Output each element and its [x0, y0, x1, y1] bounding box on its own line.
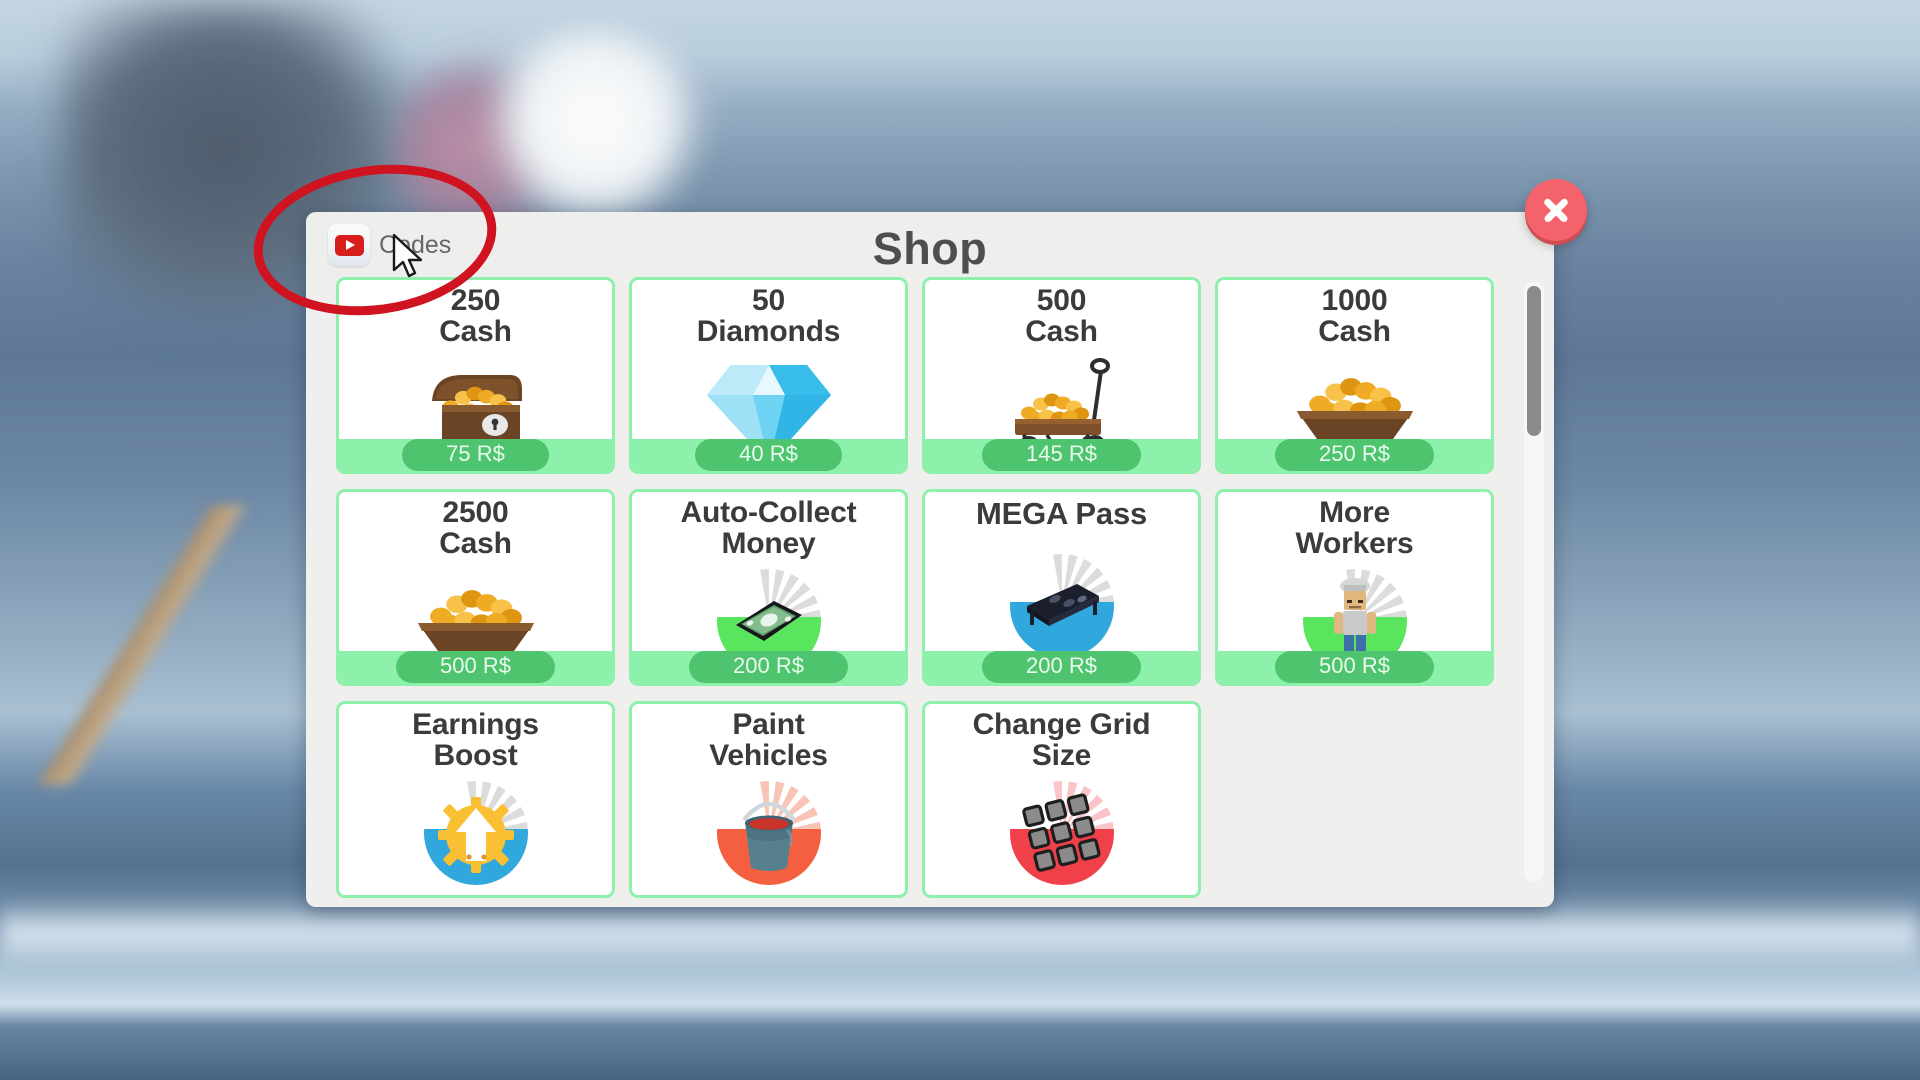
buy-button[interactable]: 500 R$ [1275, 651, 1434, 683]
grid-size-badge [925, 772, 1198, 895]
conveyor-table-icon [1026, 584, 1099, 627]
shop-item-grid: 250 Cash 75 R$ 50 Diamonds 40 R$ 500 Cash [336, 276, 1542, 898]
shop-item-card[interactable]: More Workers 500 R$ [1215, 489, 1494, 686]
shop-item-price-bar[interactable]: 200 R$ [925, 651, 1198, 683]
buy-button[interactable]: 145 R$ [982, 439, 1141, 471]
gamepass-badge [423, 781, 528, 886]
buy-button[interactable]: 200 R$ [689, 651, 848, 683]
money-bill-icon [735, 601, 802, 642]
shop-item-title: 250 Cash [439, 284, 512, 348]
shop-item-card[interactable]: Earnings Boost [336, 701, 615, 898]
page-title: Shop [872, 223, 988, 274]
shop-item-title: 1000 Cash [1318, 284, 1391, 348]
shop-item-price-bar[interactable]: 250 R$ [1218, 439, 1491, 471]
shop-item-title: Auto-Collect Money [680, 496, 857, 560]
shop-item-card[interactable]: 1000 Cash 250 R$ [1215, 277, 1494, 474]
shop-item-card[interactable]: MEGA Pass 200 R$ [922, 489, 1201, 686]
scrollbar-thumb[interactable] [1527, 286, 1541, 436]
gamepass-badge [1009, 554, 1114, 659]
background-ramp-shape [0, 505, 300, 785]
shop-item-price-bar[interactable]: 200 R$ [632, 651, 905, 683]
shop-item-card[interactable]: Paint Vehicles [629, 701, 908, 898]
shop-item-card[interactable]: 500 Cash 145 R$ [922, 277, 1201, 474]
shop-item-card[interactable]: Change Grid Size [922, 701, 1201, 898]
shop-item-price-bar[interactable]: 75 R$ [339, 439, 612, 471]
shop-item-title: MEGA Pass [975, 496, 1148, 531]
shop-item-price-bar[interactable]: 40 R$ [632, 439, 905, 471]
shop-item-card[interactable]: 250 Cash 75 R$ [336, 277, 615, 474]
shop-header: Codes Shop [306, 179, 1587, 276]
buy-button[interactable]: 75 R$ [402, 439, 549, 471]
shop-item-title: Paint Vehicles [709, 708, 828, 772]
shop-item-title: 2500 Cash [439, 496, 512, 560]
buy-button[interactable]: 500 R$ [396, 651, 555, 683]
background-blur-shape [480, 30, 710, 230]
background-floor-band [0, 900, 1920, 975]
gear-up-arrow-icon [437, 797, 514, 874]
shop-item-price-bar[interactable]: 145 R$ [925, 439, 1198, 471]
shop-item-card[interactable]: 50 Diamonds 40 R$ [629, 277, 908, 474]
gamepass-badge [1009, 781, 1114, 886]
shop-window: Codes Shop 250 Cash 75 R$ 50 Diamonds 40… [306, 179, 1587, 907]
buy-button[interactable]: 40 R$ [695, 439, 842, 471]
paint-bucket-badge [632, 772, 905, 895]
shop-item-title: 500 Cash [1025, 284, 1098, 348]
gamepass-badge [716, 781, 821, 886]
earnings-boost-badge [339, 772, 612, 895]
shop-item-title: 50 Diamonds [696, 284, 841, 348]
shop-item-card[interactable]: 2500 Cash 500 R$ [336, 489, 615, 686]
buy-button[interactable]: 250 R$ [1275, 439, 1434, 471]
shop-item-card[interactable]: Auto-Collect Money 200 R$ [629, 489, 908, 686]
grid-squares-icon [1021, 793, 1101, 873]
shop-item-price-bar[interactable]: 500 R$ [339, 651, 612, 683]
paint-bucket-icon [741, 802, 796, 872]
shop-item-title: Earnings Boost [412, 708, 539, 772]
buy-button[interactable]: 200 R$ [982, 651, 1141, 683]
scrollbar[interactable] [1524, 282, 1544, 882]
shop-item-title: More Workers [1295, 496, 1414, 560]
shop-items-scroll-area[interactable]: 250 Cash 75 R$ 50 Diamonds 40 R$ 500 Cash [306, 276, 1554, 907]
close-button[interactable] [1525, 179, 1587, 241]
shop-item-title: Change Grid Size [972, 708, 1151, 772]
shop-item-price-bar[interactable]: 500 R$ [1218, 651, 1491, 683]
